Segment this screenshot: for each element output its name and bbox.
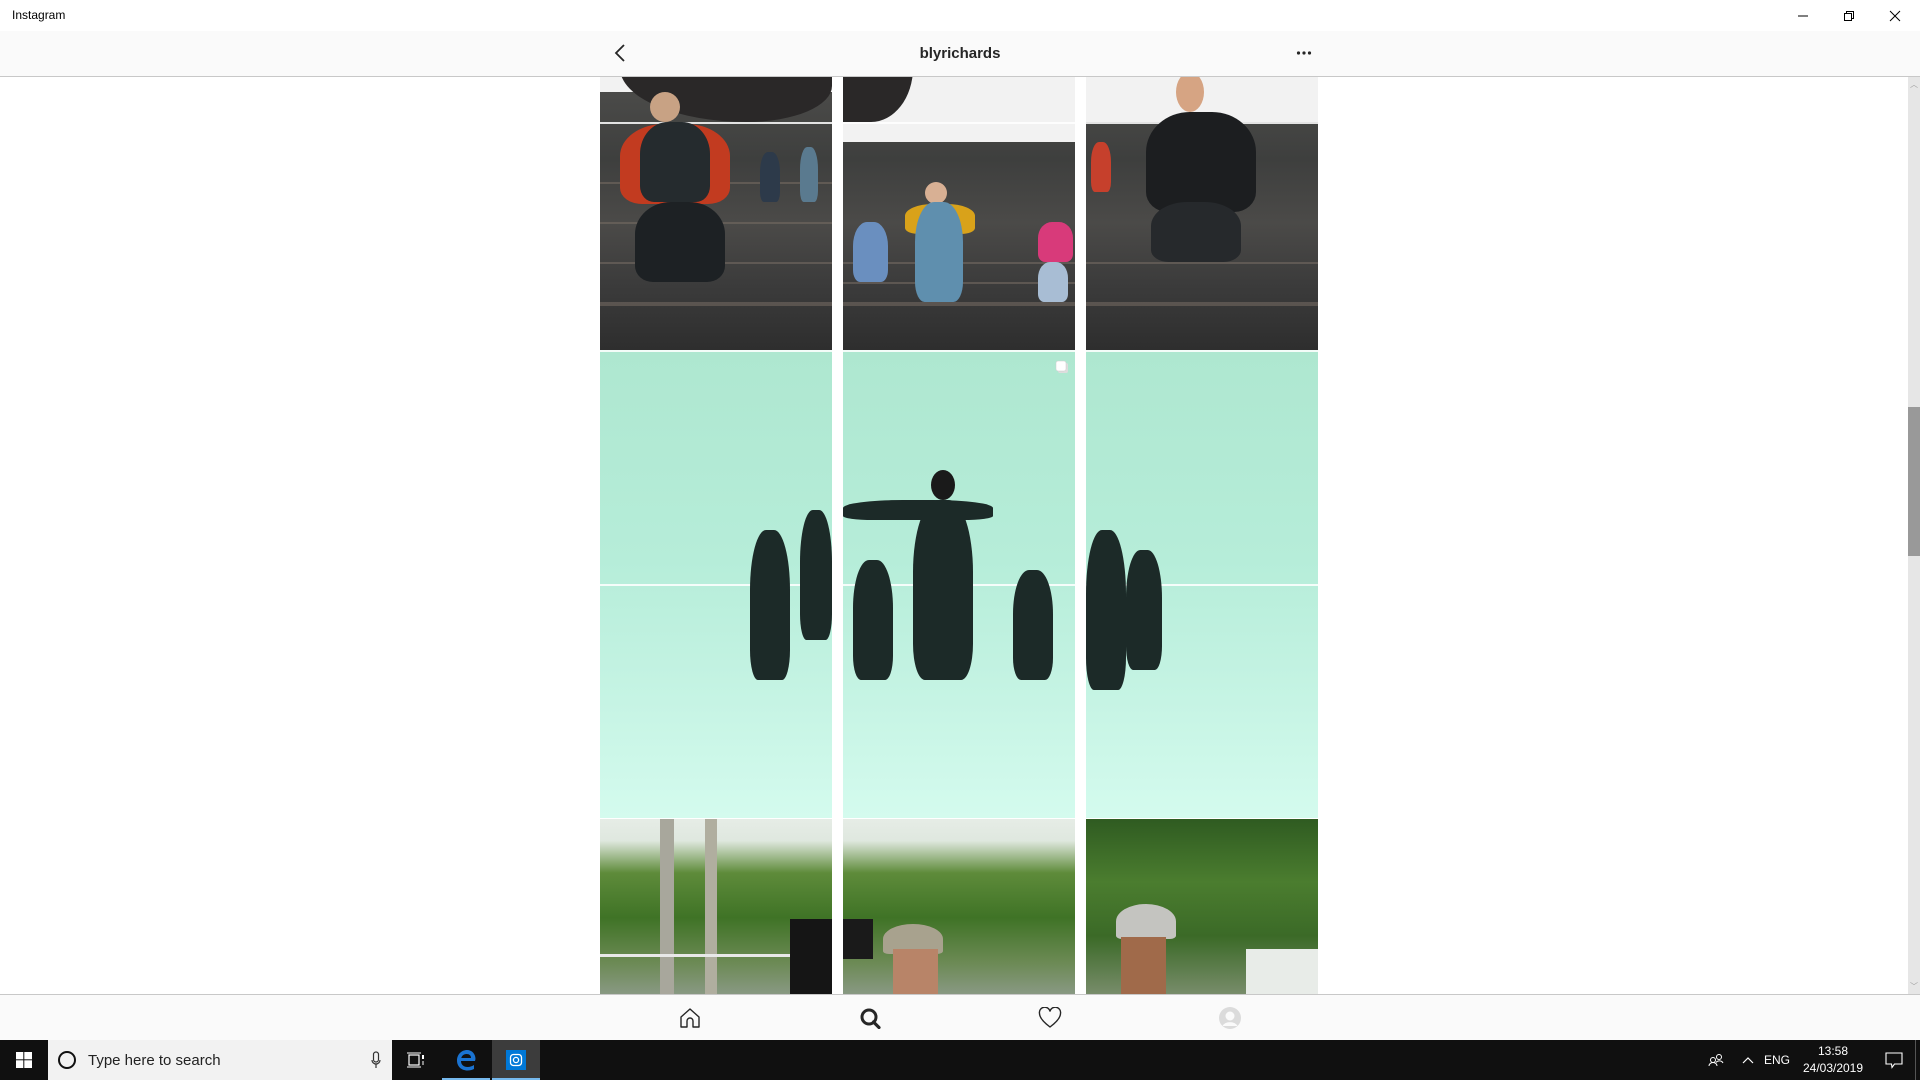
show-hidden-icons-button[interactable] (1738, 1040, 1758, 1080)
microphone-icon (371, 1051, 381, 1068)
action-center-button[interactable] (1874, 1040, 1914, 1080)
nav-home[interactable] (675, 1003, 705, 1033)
nav-search[interactable] (855, 1003, 885, 1033)
home-icon (680, 1008, 700, 1028)
task-view-icon (407, 1052, 424, 1068)
post-tile[interactable] (843, 76, 1075, 350)
clock-time: 13:58 (1817, 1044, 1849, 1058)
start-button[interactable] (0, 1040, 48, 1080)
profile-header: blyrichards (0, 31, 1920, 77)
search-icon (860, 1008, 881, 1029)
back-button[interactable] (608, 41, 632, 65)
profile-avatar-icon (1219, 1007, 1241, 1029)
profile-username: blyrichards (919, 45, 1001, 62)
close-icon (1889, 10, 1901, 21)
post-tile[interactable] (1086, 76, 1318, 350)
window-title-bar: Instagram (0, 0, 1920, 31)
taskbar-clock[interactable]: 13:58 24/03/2019 (1795, 1043, 1871, 1077)
search-placeholder: Type here to search (88, 1052, 221, 1069)
post-tile[interactable] (843, 819, 1075, 994)
minimize-button[interactable] (1780, 0, 1826, 31)
tile-image (750, 530, 790, 680)
restore-icon (1844, 10, 1854, 21)
notifications-icon (1885, 1051, 1903, 1069)
tile-image (660, 819, 674, 994)
tile-image (913, 500, 973, 680)
window-title: Instagram (12, 8, 66, 22)
minimize-icon (1798, 15, 1808, 16)
tile-image (1116, 904, 1176, 939)
microphone-button[interactable] (368, 1050, 384, 1070)
bottom-navigation (0, 994, 1920, 1041)
nav-activity[interactable] (1035, 1003, 1065, 1033)
scroll-down-arrow[interactable]: ﹀ (1908, 980, 1920, 992)
task-view-button[interactable] (392, 1040, 440, 1080)
close-button[interactable] (1872, 0, 1918, 31)
instagram-icon (506, 1050, 526, 1070)
explore-feed (0, 76, 1908, 994)
edge-icon (457, 1050, 476, 1071)
people-icon (1708, 1054, 1724, 1067)
nav-profile[interactable] (1215, 1003, 1245, 1033)
chevron-up-icon (1742, 1057, 1754, 1064)
windows-logo-icon (16, 1052, 32, 1068)
tile-image (1086, 530, 1126, 690)
post-tile[interactable] (1086, 819, 1318, 994)
taskbar-search-box[interactable]: Type here to search (48, 1040, 392, 1080)
post-tile[interactable] (600, 819, 832, 994)
taskbar-instagram[interactable] (492, 1040, 540, 1080)
scroll-up-arrow[interactable]: ︿ (1908, 78, 1920, 90)
cortana-icon (58, 1051, 76, 1069)
language-indicator[interactable]: ENG (1764, 1040, 1792, 1080)
post-tile[interactable] (600, 76, 832, 350)
ellipsis-icon (1296, 51, 1312, 55)
vertical-scrollbar[interactable]: ︿ ﹀ (1908, 76, 1920, 994)
chevron-left-icon (614, 44, 625, 62)
taskbar-edge[interactable] (442, 1040, 490, 1080)
restore-button[interactable] (1826, 0, 1872, 31)
post-tile[interactable] (843, 350, 1075, 818)
more-options-button[interactable] (1292, 41, 1316, 65)
show-desktop-button[interactable] (1915, 1040, 1916, 1080)
multiple-photos-icon (1055, 360, 1068, 373)
post-tile[interactable] (600, 350, 832, 818)
people-button[interactable] (1702, 1040, 1730, 1080)
post-tile[interactable] (1086, 350, 1318, 818)
heart-icon (1038, 1007, 1062, 1028)
scrollbar-thumb[interactable] (1908, 407, 1920, 556)
clock-date: 24/03/2019 (1802, 1061, 1864, 1075)
windows-taskbar: Type here to search ENG 13:58 24/03/2019 (0, 1040, 1920, 1080)
